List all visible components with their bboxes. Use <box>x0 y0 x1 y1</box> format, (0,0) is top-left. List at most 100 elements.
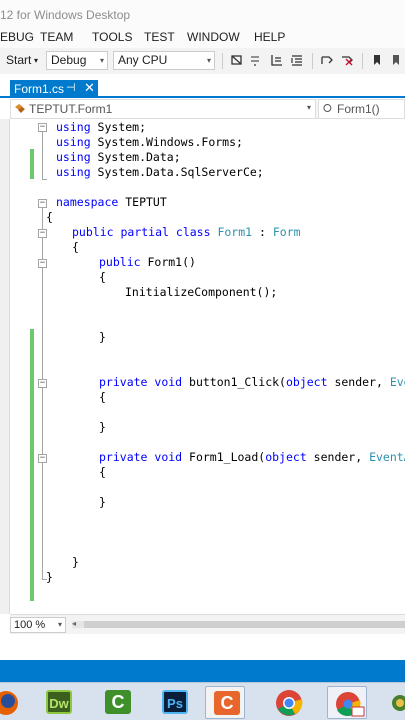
member-dropdown-value: Form1() <box>337 102 380 116</box>
scroll-left-icon[interactable]: ◂ <box>72 619 76 628</box>
taskbar-firefox[interactable] <box>0 686 26 719</box>
type-dropdown-value: TEPTUT.Form1 <box>29 102 113 116</box>
outline-end <box>42 179 47 180</box>
close-icon[interactable]: ✕ <box>84 80 95 96</box>
code-line-brace: { <box>72 240 79 254</box>
output-area <box>0 634 405 660</box>
toolbar-separator <box>362 53 363 69</box>
editor-left-margin <box>0 119 10 614</box>
chrome-active-icon <box>336 692 365 717</box>
configuration-value: Debug <box>51 53 87 67</box>
code-line-using-sqlce: using System.Data.SqlServerCe; <box>56 165 264 179</box>
code-line-button1-click: private void button1_Click(object sender… <box>99 375 405 389</box>
menu-debug[interactable]: EBUG <box>0 30 34 44</box>
method-icon: ⭘ <box>323 103 332 115</box>
bookmark-clear-icon[interactable] <box>340 53 354 67</box>
member-dropdown[interactable]: ⭘ Form1() <box>318 99 405 119</box>
taskbar-chrome-active[interactable] <box>327 686 367 719</box>
camtasia-recorder-icon: C <box>214 691 240 715</box>
code-line-brace: { <box>46 210 53 224</box>
code-line-using-forms: using System.Windows.Forms; <box>56 135 243 149</box>
camtasia-icon: C <box>105 690 131 714</box>
window-title: 12 for Windows Desktop <box>0 8 131 22</box>
collapse-icon[interactable]: − <box>38 123 47 132</box>
collapse-icon[interactable]: − <box>38 259 47 268</box>
menu-tools[interactable]: TOOLS <box>92 30 132 44</box>
document-tab-strip: Form1.cs ⊣ ✕ <box>0 74 405 98</box>
tab-label: Form1.cs <box>14 82 65 96</box>
code-line-brace: } <box>99 330 106 344</box>
menu-test[interactable]: TEST <box>144 30 175 44</box>
code-line-using-system: using System; <box>56 120 147 134</box>
code-line-brace: } <box>99 495 106 509</box>
app-icon <box>392 695 405 711</box>
zoom-dropdown[interactable]: 100 % ▾ <box>10 617 66 633</box>
title-bar: 12 for Windows Desktop <box>0 0 405 30</box>
chevron-down-icon: ▾ <box>99 56 104 65</box>
chrome-icon <box>276 690 303 716</box>
navigation-bar: TEPTUT.Form1 ▾ ⭘ Form1() <box>10 99 405 119</box>
taskbar-chrome[interactable] <box>269 686 309 719</box>
collapse-icon[interactable]: − <box>38 454 47 463</box>
menu-bar: EBUG TEAM TOOLS TEST WINDOW HELP <box>0 30 405 48</box>
chevron-down-icon: ▾ <box>206 56 211 65</box>
change-indicator <box>30 329 34 601</box>
collapse-icon[interactable]: − <box>38 229 47 238</box>
tab-form1-cs[interactable]: Form1.cs ⊣ ✕ <box>10 80 98 98</box>
code-line-initialize: InitializeComponent(); <box>125 285 278 299</box>
taskbar-dreamweaver[interactable]: Dw <box>38 686 78 719</box>
bookmark-icon[interactable] <box>370 53 384 67</box>
code-line-namespace: namespace TEPTUT <box>56 195 167 209</box>
step-icon[interactable] <box>248 53 262 67</box>
toolbar-separator <box>312 53 313 69</box>
attach-icon[interactable] <box>230 53 244 67</box>
zoom-value: 100 % <box>14 619 46 631</box>
platform-value: Any CPU <box>118 53 168 67</box>
chevron-down-icon: ▾ <box>306 103 311 112</box>
outline-line <box>42 127 43 179</box>
bookmark-next-icon[interactable] <box>390 53 404 67</box>
indent-icon[interactable] <box>290 53 304 67</box>
platform-dropdown[interactable]: Any CPU ▾ <box>113 51 215 70</box>
taskbar-app[interactable] <box>384 686 405 719</box>
standard-toolbar: Start ▾ Debug ▾ Any CPU ▾ <box>0 48 405 74</box>
code-line-brace: } <box>99 420 106 434</box>
code-line-brace: } <box>46 570 53 584</box>
start-dropdown-icon[interactable]: ▾ <box>34 56 38 65</box>
taskbar-photoshop[interactable]: Ps <box>154 686 194 719</box>
taskbar-camtasia[interactable]: C <box>97 686 137 719</box>
collapse-icon[interactable]: − <box>38 379 47 388</box>
code-line-class: public partial class Form1 : Form <box>72 225 301 239</box>
start-button[interactable]: Start <box>6 53 31 67</box>
type-dropdown[interactable]: TEPTUT.Form1 ▾ <box>10 99 316 119</box>
horizontal-scrollbar[interactable]: ◂ <box>72 619 405 628</box>
editor-bottom-bar: 100 % ▾ ◂ <box>10 614 405 634</box>
windows-taskbar: Dw C Ps C <box>0 682 405 720</box>
code-line-form1-load: private void Form1_Load(object sender, E… <box>99 450 405 464</box>
firefox-icon <box>0 691 18 715</box>
menu-window[interactable]: WINDOW <box>187 30 240 44</box>
status-bar <box>0 660 405 682</box>
code-editor[interactable]: − − − − − − using System; using System.W… <box>10 119 405 614</box>
pin-icon[interactable]: ⊣ <box>66 81 76 94</box>
collapse-icon[interactable]: − <box>38 199 47 208</box>
class-icon <box>15 104 25 113</box>
code-line-using-data: using System.Data; <box>56 150 181 164</box>
format-icon[interactable] <box>270 53 284 67</box>
menu-team[interactable]: TEAM <box>40 30 73 44</box>
change-indicator <box>30 149 34 179</box>
bookmark-prev-icon[interactable] <box>320 53 334 67</box>
photoshop-icon: Ps <box>162 690 188 714</box>
configuration-dropdown[interactable]: Debug ▾ <box>46 51 108 70</box>
code-line-brace: { <box>99 465 106 479</box>
menu-help[interactable]: HELP <box>254 30 285 44</box>
code-line-brace: } <box>72 555 79 569</box>
code-line-brace: { <box>99 270 106 284</box>
chevron-down-icon: ▾ <box>57 620 62 629</box>
dreamweaver-icon: Dw <box>46 690 72 714</box>
scrollbar-thumb[interactable] <box>84 621 405 628</box>
toolbar-separator <box>222 53 223 69</box>
code-line-brace: { <box>99 390 106 404</box>
code-line-ctor: public Form1() <box>99 255 196 269</box>
taskbar-camtasia-recorder[interactable]: C <box>205 686 245 719</box>
